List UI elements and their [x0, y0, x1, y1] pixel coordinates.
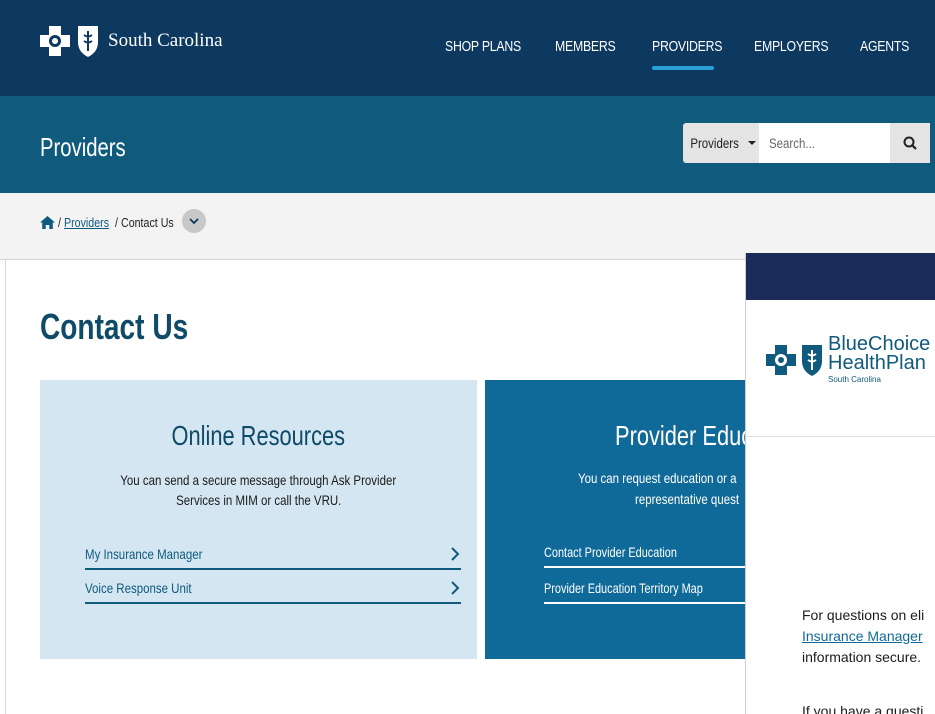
online-resources-heading: Online Resources — [171, 420, 346, 451]
search-scope-label: Providers — [690, 135, 740, 151]
provider-education-description: representative quest — [635, 491, 740, 507]
blue-shield-logo-icon — [802, 345, 822, 376]
brand-name: South Carolina — [108, 30, 223, 51]
breadcrumb-expand-button[interactable] — [182, 209, 206, 233]
voice-response-unit-link[interactable]: Voice Response Unit — [85, 574, 461, 604]
online-resources-description: You can send a secure message through As… — [120, 472, 397, 508]
page-title: Contact Us — [40, 306, 189, 347]
top-navigation: South Carolina SHOP PLANS MEMBERS PROVID… — [0, 0, 935, 96]
breadcrumb-separator: / — [114, 215, 118, 230]
blue-cross-logo-icon — [40, 26, 70, 56]
blue-shield-logo-icon — [78, 26, 98, 57]
my-insurance-manager-link[interactable]: My Insurance Manager — [85, 540, 461, 570]
overlay-panel: BlueChoice HealthPlan South Carolina For… — [745, 253, 935, 714]
chevron-down-icon — [189, 217, 199, 224]
search-form: Providers Search... — [683, 123, 930, 163]
territory-map-link[interactable]: Provider Education Territory Map — [544, 574, 747, 604]
breadcrumb-separator: / — [58, 215, 61, 230]
section-title: Providers — [40, 132, 126, 162]
bluechoice-logo: BlueChoice HealthPlan South Carolina — [766, 333, 931, 385]
breadcrumb-providers-link[interactable]: Providers — [64, 215, 109, 230]
section-header: Providers Providers Search... — [0, 96, 935, 193]
home-icon[interactable] — [40, 216, 55, 229]
overlay-brand-text: BlueChoice HealthPlan South Carolina — [828, 333, 931, 384]
contact-provider-education-link[interactable]: Contact Provider Education — [544, 538, 747, 568]
breadcrumb-current: Contact Us — [121, 215, 174, 230]
nav-members[interactable]: MEMBERS — [555, 38, 616, 55]
search-button[interactable] — [890, 123, 930, 163]
nav-agents[interactable]: AGENTS — [860, 38, 909, 55]
search-scope-dropdown[interactable]: Providers — [683, 123, 759, 163]
content-left-border — [5, 260, 6, 714]
chevron-right-icon — [451, 581, 460, 595]
provider-education-heading: Provider Educ — [615, 420, 747, 451]
overlay-body-text-2: If you have a questi — [802, 703, 924, 714]
online-resources-card: Online Resources You can send a secure m… — [40, 380, 477, 659]
nav-providers[interactable]: PROVIDERS — [652, 38, 722, 55]
overlay-body-text: For questions on eli Insurance Manager i… — [802, 607, 925, 665]
breadcrumb-bar: / Providers / Contact Us — [0, 193, 935, 260]
caret-down-icon — [747, 141, 756, 145]
search-placeholder: Search... — [769, 135, 815, 151]
search-input[interactable]: Search... — [759, 123, 890, 163]
chevron-right-icon — [451, 547, 460, 561]
breadcrumb: / Providers / Contact Us — [40, 215, 185, 230]
blue-cross-logo-icon — [766, 345, 796, 375]
nav-shop-plans[interactable]: SHOP PLANS — [445, 38, 521, 55]
overlay-header-bar — [746, 253, 935, 300]
active-nav-indicator — [652, 66, 714, 70]
insurance-manager-link[interactable]: Insurance Manager — [802, 628, 923, 644]
provider-education-description: You can request education or a — [578, 470, 737, 486]
nav-employers[interactable]: EMPLOYERS — [754, 38, 829, 55]
provider-education-card: Provider Educ You can request education … — [485, 380, 747, 659]
overlay-divider — [746, 436, 935, 437]
brand-logo[interactable]: South Carolina — [40, 24, 223, 58]
search-icon — [903, 136, 917, 150]
